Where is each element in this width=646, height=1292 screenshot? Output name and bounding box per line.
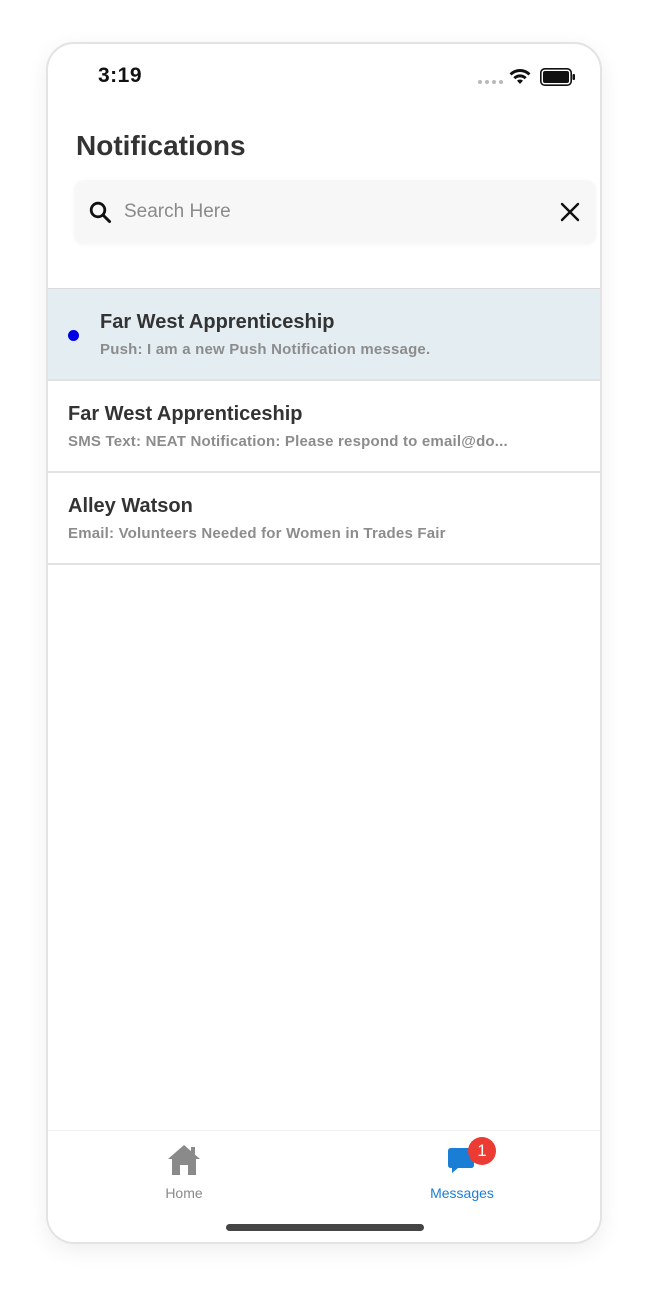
phone-screen: 3:19 Notifications Far West Appre xyxy=(46,42,602,1244)
notification-list: Far West Apprenticeship Push: I am a new… xyxy=(48,288,600,565)
close-icon[interactable] xyxy=(558,200,582,224)
home-icon xyxy=(168,1145,200,1175)
notification-item[interactable]: Far West Apprenticeship Push: I am a new… xyxy=(48,289,600,381)
wifi-icon xyxy=(509,69,531,84)
unread-count-badge: 1 xyxy=(468,1137,496,1165)
page-title: Notifications xyxy=(76,130,246,161)
signal-dots-icon xyxy=(478,80,503,84)
tab-home[interactable]: Home xyxy=(94,1131,274,1211)
search-bar[interactable] xyxy=(74,180,596,244)
status-bar: 3:19 xyxy=(48,44,600,110)
battery-icon xyxy=(540,68,575,86)
home-indicator[interactable] xyxy=(226,1224,424,1231)
search-input[interactable] xyxy=(124,194,534,230)
search-icon xyxy=(89,201,111,223)
notification-title: Far West Apprenticeship xyxy=(100,311,335,333)
tab-messages-label: Messages xyxy=(430,1185,494,1201)
notification-preview: SMS Text: NEAT Notification: Please resp… xyxy=(68,433,508,450)
notification-title: Alley Watson xyxy=(68,495,193,517)
notification-preview: Email: Volunteers Needed for Women in Tr… xyxy=(68,525,446,542)
tab-messages[interactable]: 1 Messages xyxy=(372,1131,552,1211)
tab-home-label: Home xyxy=(165,1185,203,1201)
notification-item[interactable]: Far West Apprenticeship SMS Text: NEAT N… xyxy=(48,381,600,473)
notification-item[interactable]: Alley Watson Email: Volunteers Needed fo… xyxy=(48,473,600,565)
notification-preview: Push: I am a new Push Notification messa… xyxy=(100,341,431,358)
status-time: 3:19 xyxy=(98,64,143,87)
unread-dot-icon xyxy=(68,330,79,341)
notification-title: Far West Apprenticeship xyxy=(68,403,303,425)
